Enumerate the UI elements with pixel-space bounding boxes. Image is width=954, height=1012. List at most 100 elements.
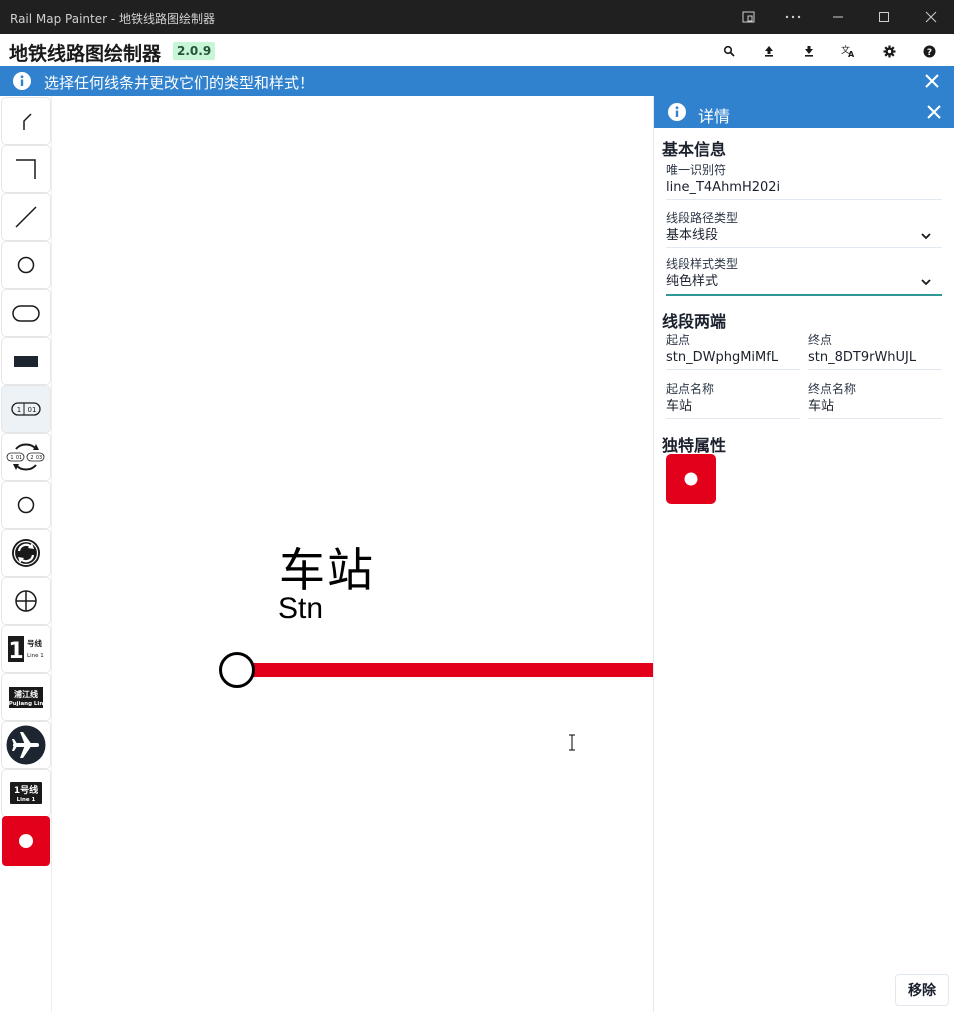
style-type-value: 纯色样式 <box>666 274 719 289</box>
crosshair-station-tool-icon <box>15 590 37 612</box>
remove-button[interactable]: 移除 <box>895 974 949 1006</box>
map-drawing <box>219 652 653 751</box>
banner-message: 选择任何线条并更改它们的类型和样式！ <box>44 74 315 92</box>
svg-text:Line 1: Line 1 <box>17 797 36 803</box>
details-title: 详情 <box>698 107 731 126</box>
circle-station-tool-icon <box>17 256 35 274</box>
basic-info-heading: 基本信息 <box>662 140 727 159</box>
multi-interchange-tool-icon: 1 01 2 03 <box>6 443 45 471</box>
to-field[interactable]: stn_8DT9rWhUJL <box>808 348 942 370</box>
named-line-badge-tool-button[interactable]: 浦江线 Pujiang Lin <box>2 674 50 720</box>
to-label: 终点 <box>808 333 833 347</box>
from-name-label: 起点名称 <box>666 382 715 396</box>
osi-interchange-tool-button[interactable] <box>2 530 50 576</box>
ends-heading: 线段两端 <box>662 312 727 331</box>
chevron-down-icon <box>920 229 932 249</box>
maximize-icon[interactable] <box>861 0 907 34</box>
path-type-select[interactable]: 基本线段 <box>666 226 942 248</box>
diagonal-line-tool-icon <box>23 113 32 130</box>
details-header: 详情 <box>654 96 954 128</box>
info-icon <box>667 102 687 126</box>
airport-tool-button[interactable] <box>2 722 50 768</box>
perpendicular-line-tool-icon <box>16 159 36 179</box>
svg-text:A: A <box>848 50 855 58</box>
app-title: 地铁线路图绘制器 <box>9 43 162 65</box>
small-circle-tool-icon <box>17 496 35 514</box>
svg-text:1号线: 1号线 <box>14 784 38 796</box>
search-icon[interactable] <box>716 38 742 64</box>
window-title: Rail Map Painter - 地铁线路图绘制器 <box>10 12 216 26</box>
dot-icon <box>684 472 698 486</box>
map-canvas[interactable]: 车站 Stn <box>52 96 653 1012</box>
upload-icon[interactable] <box>756 38 782 64</box>
svg-text:Line 1: Line 1 <box>27 653 44 659</box>
tool-palette: 1 01 1 01 2 03 1 号线 Line 1 浦江线 Pujiang L… <box>0 96 52 1012</box>
crosshair-station-tool-button[interactable] <box>2 578 50 624</box>
pill-station-tool-icon <box>12 305 40 322</box>
chevron-down-icon <box>920 275 932 295</box>
solid-color-style-tool-button[interactable] <box>2 816 50 866</box>
id-field[interactable]: line_T4AhmH202i <box>666 178 942 200</box>
line-badge-tool-button[interactable]: 1 号线 Line 1 <box>2 626 50 672</box>
straight-line-tool-button[interactable] <box>2 194 50 240</box>
path-type-value: 基本线段 <box>666 228 719 243</box>
interchange-station-tool-icon: 1 01 <box>11 402 41 416</box>
interchange-station-tool-button[interactable]: 1 01 <box>2 386 50 432</box>
station-marker[interactable] <box>219 652 255 688</box>
id-label: 唯一识别符 <box>666 163 727 177</box>
named-line-badge-tool-icon: 浦江线 Pujiang Lin <box>9 687 44 708</box>
settings-icon[interactable] <box>876 38 902 64</box>
info-banner: 选择任何线条并更改它们的类型和样式！ <box>0 66 954 96</box>
more-icon[interactable] <box>770 0 816 34</box>
airport-tool-icon <box>6 725 46 765</box>
svg-text:01: 01 <box>16 455 22 461</box>
rect-station-tool-icon <box>14 356 38 367</box>
window-titlebar: Rail Map Painter - 地铁线路图绘制器 <box>0 0 954 34</box>
solid-color-style-tool-icon <box>19 834 33 848</box>
svg-text:?: ? <box>926 48 931 58</box>
minimize-icon[interactable] <box>815 0 861 34</box>
svg-text:1: 1 <box>8 639 23 664</box>
version-badge: 2.0.9 <box>173 42 216 60</box>
style-type-select[interactable]: 纯色样式 <box>666 272 942 296</box>
text-cursor-icon <box>569 734 575 751</box>
line-name-badge-tool-icon: 1号线 Line 1 <box>10 782 42 804</box>
translate-icon[interactable]: 文A <box>836 38 862 64</box>
to-name-field[interactable]: 车站 <box>808 397 942 419</box>
details-close-icon[interactable] <box>924 102 944 126</box>
svg-text:01: 01 <box>28 406 37 414</box>
rect-station-tool-button[interactable] <box>2 338 50 384</box>
help-icon[interactable]: ? <box>916 38 942 64</box>
unique-attributes-heading: 独特属性 <box>662 436 727 455</box>
to-name-label: 终点名称 <box>808 382 857 396</box>
line-badge-tool-icon: 1 号线 Line 1 <box>8 636 44 664</box>
app-header: 地铁线路图绘制器 2.0.9 文A ? <box>0 34 954 66</box>
straight-line-tool-icon <box>15 206 37 228</box>
from-field[interactable]: stn_DWphgMiMfL <box>666 348 800 370</box>
color-swatch-button[interactable] <box>666 454 716 504</box>
circle-station-tool-button[interactable] <box>2 242 50 288</box>
restore-icon[interactable] <box>726 0 772 34</box>
svg-text:号线: 号线 <box>27 638 42 648</box>
details-panel: 详情 基本信息 唯一识别符 line_T4AhmH202i 线段路径类型 基本线… <box>653 96 954 1012</box>
svg-text:1: 1 <box>17 406 21 414</box>
info-icon <box>12 71 32 95</box>
svg-text:2: 2 <box>30 455 33 461</box>
svg-text:浦江线: 浦江线 <box>14 689 38 699</box>
pill-station-tool-button[interactable] <box>2 290 50 336</box>
svg-text:Pujiang Lin: Pujiang Lin <box>9 701 44 707</box>
diagonal-line-tool-button[interactable] <box>2 98 50 144</box>
multi-interchange-tool-button[interactable]: 1 01 2 03 <box>2 434 50 480</box>
perpendicular-line-tool-button[interactable] <box>2 146 50 192</box>
path-type-label: 线段路径类型 <box>666 211 739 225</box>
download-icon[interactable] <box>796 38 822 64</box>
from-label: 起点 <box>666 333 691 347</box>
banner-close-icon[interactable] <box>921 70 943 96</box>
close-icon[interactable] <box>908 0 954 34</box>
from-name-field[interactable]: 车站 <box>666 397 800 419</box>
line-name-badge-tool-button[interactable]: 1号线 Line 1 <box>2 770 50 816</box>
osi-interchange-tool-icon <box>12 539 40 567</box>
svg-text:03: 03 <box>36 455 42 461</box>
small-circle-tool-button[interactable] <box>2 482 50 528</box>
style-type-label: 线段样式类型 <box>666 257 739 271</box>
